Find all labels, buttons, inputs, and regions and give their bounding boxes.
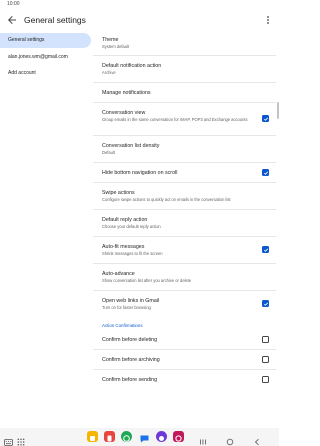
setting-manage-notifications[interactable]: Manage notifications: [93, 83, 276, 103]
setting-title: Default notification action: [102, 63, 162, 69]
setting-hide-bottom-navigation[interactable]: Hide bottom navigation on scroll: [93, 163, 276, 183]
setting-auto-fit-messages[interactable]: Auto-fit messages Shrink messages to fit…: [93, 237, 276, 264]
recents-icon[interactable]: [199, 433, 207, 446]
conversation-view-checkbox[interactable]: [262, 115, 269, 122]
setting-subtitle: Turn on for faster browsing: [102, 305, 151, 310]
chat-app-icon[interactable]: [139, 431, 150, 443]
sidebar-item-label: General settings: [8, 37, 45, 43]
confirm-before-sending-checkbox[interactable]: [262, 376, 269, 383]
setting-subtitle: Shrink messages to fit the screen: [102, 251, 163, 256]
confirm-before-deleting-checkbox[interactable]: [262, 336, 269, 343]
setting-conversation-list-density[interactable]: Conversation list density Default: [93, 136, 276, 163]
setting-theme[interactable]: Theme System default: [93, 31, 276, 56]
app-bar: General settings: [0, 9, 279, 31]
status-bar: 10:00: [0, 0, 279, 9]
sidebar-item-label: Add account: [8, 70, 36, 76]
sidebar-item-account[interactable]: alan.jones.wm@gmail.com: [0, 50, 91, 65]
setting-open-web-links[interactable]: Open web links in Gmail Turn on for fast…: [93, 291, 276, 318]
camera-app-icon[interactable]: [173, 431, 184, 442]
setting-title: Theme: [102, 37, 119, 43]
navigation-bar: [0, 428, 279, 446]
setting-default-reply-action[interactable]: Default reply action Choose your default…: [93, 210, 276, 237]
back-arrow-icon[interactable]: [6, 13, 18, 25]
page-title: General settings: [24, 15, 86, 25]
whatsapp-icon[interactable]: [121, 431, 132, 442]
setting-title: Hide bottom navigation on scroll: [102, 170, 178, 176]
browser-icon[interactable]: [156, 431, 167, 442]
keyboard-icon[interactable]: [4, 433, 13, 446]
setting-confirm-before-archiving[interactable]: Confirm before archiving: [93, 350, 276, 370]
setting-title: Open web links in Gmail: [102, 298, 160, 304]
sidebar-item-add-account[interactable]: Add account: [0, 66, 91, 81]
more-options-icon[interactable]: [265, 13, 271, 25]
hide-bottom-navigation-checkbox[interactable]: [262, 169, 269, 176]
setting-title: Default reply action: [102, 217, 148, 223]
setting-title: Auto-advance: [102, 271, 135, 277]
sidebar: General settings alan.jones.wm@gmail.com…: [0, 33, 92, 428]
setting-subtitle: Show conversation list after you archive…: [102, 278, 192, 283]
setting-title: Conversation list density: [102, 143, 160, 149]
home-icon[interactable]: [226, 433, 234, 446]
setting-swipe-actions[interactable]: Swipe actions Configure swipe actions to…: [93, 183, 276, 210]
sticky-app-icon[interactable]: [87, 431, 98, 442]
setting-title: Confirm before deleting: [102, 337, 158, 343]
setting-subtitle: Archive: [102, 70, 116, 75]
setting-confirm-before-deleting[interactable]: Confirm before deleting: [93, 330, 276, 350]
setting-subtitle: Choose your default reply action: [102, 224, 161, 229]
setting-default-notification-action[interactable]: Default notification action Archive: [93, 56, 276, 83]
setting-conversation-view[interactable]: Conversation view Group emails in the sa…: [93, 103, 276, 136]
setting-title: Swipe actions: [102, 190, 135, 196]
phone-app-icon[interactable]: [104, 431, 115, 442]
setting-subtitle: Group emails in the same conversation fo…: [102, 117, 248, 122]
status-time: 10:00: [7, 1, 20, 7]
open-web-links-checkbox[interactable]: [262, 300, 269, 307]
setting-title: Auto-fit messages: [102, 244, 145, 250]
setting-title: Manage notifications: [102, 90, 151, 96]
settings-list: Theme System default Default notificatio…: [93, 31, 277, 426]
back-icon[interactable]: [253, 433, 261, 446]
section-header-action-confirmations: Action Confirmations: [102, 323, 143, 328]
scrollbar[interactable]: [277, 102, 279, 119]
sidebar-item-label: alan.jones.wm@gmail.com: [8, 54, 68, 60]
auto-fit-messages-checkbox[interactable]: [262, 246, 269, 253]
setting-subtitle: Default: [102, 150, 115, 155]
setting-title: Confirm before archiving: [102, 357, 160, 363]
setting-subtitle: System default: [102, 44, 130, 49]
setting-subtitle: Configure swipe actions to quickly act o…: [102, 197, 231, 202]
setting-confirm-before-sending[interactable]: Confirm before sending: [93, 370, 276, 390]
setting-auto-advance[interactable]: Auto-advance Show conversation list afte…: [93, 264, 276, 291]
app-drawer-icon[interactable]: [17, 433, 25, 446]
setting-title: Conversation view: [102, 110, 146, 116]
sidebar-item-general-settings[interactable]: General settings: [0, 33, 91, 48]
setting-title: Confirm before sending: [102, 377, 158, 383]
confirm-before-archiving-checkbox[interactable]: [262, 356, 269, 363]
